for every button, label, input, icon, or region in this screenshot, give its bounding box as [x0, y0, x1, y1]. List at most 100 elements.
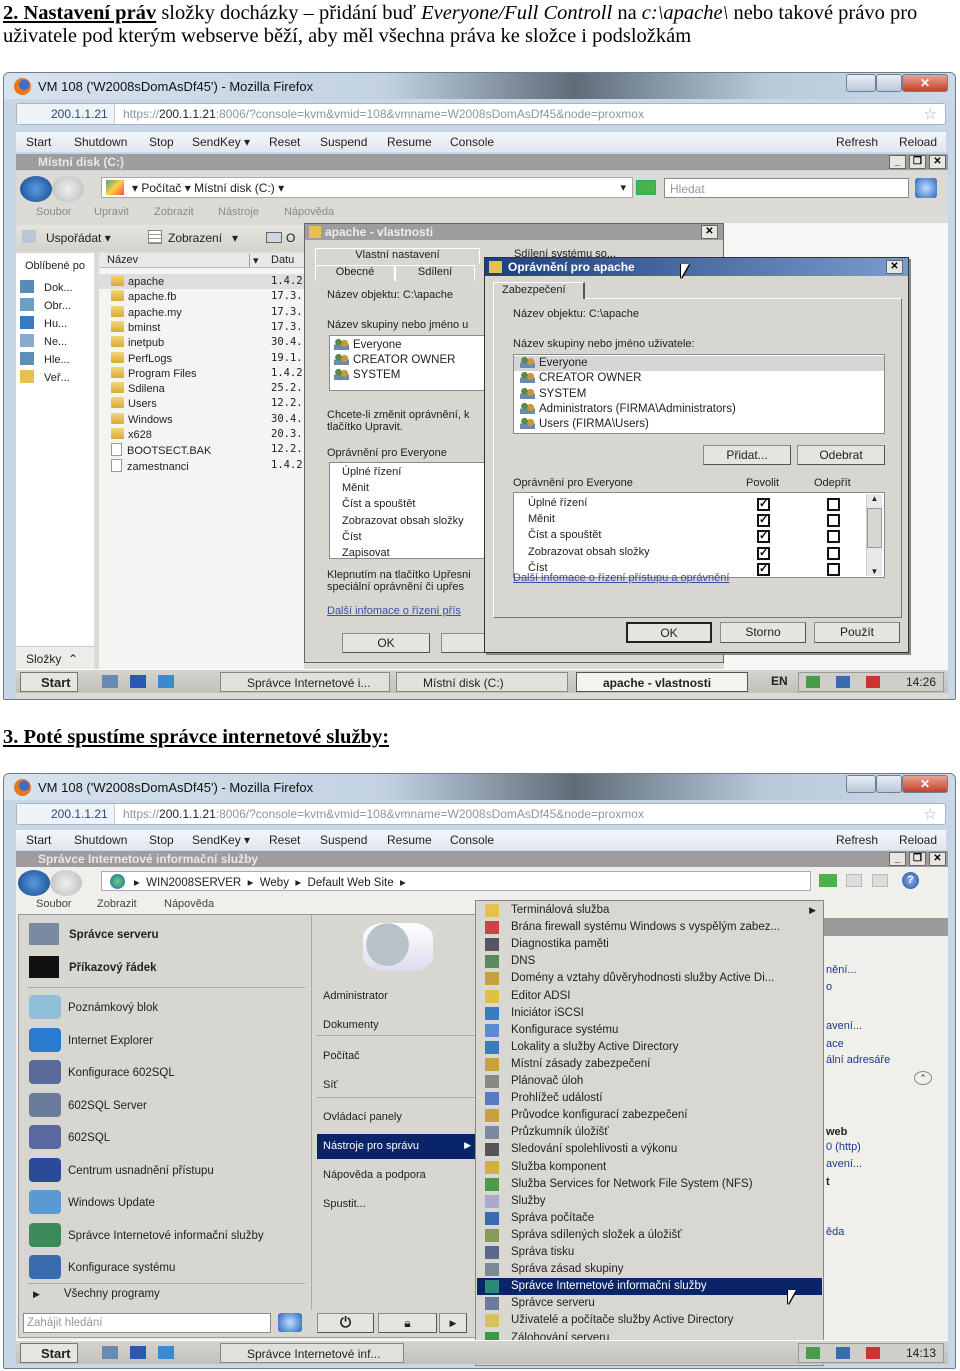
menu-4[interactable]: Nápověda	[284, 206, 334, 218]
admin-tool-item[interactable]: Sledování spolehlivosti a výkonu	[477, 1141, 822, 1158]
vm-sendkey-button[interactable]: SendKey ▾	[192, 135, 250, 149]
admin-tool-item[interactable]: Správce serveru	[477, 1295, 822, 1312]
menu-1[interactable]: Zobrazit	[97, 898, 137, 910]
file-row[interactable]: apache.my 17.3.	[99, 305, 304, 320]
admin-tool-item[interactable]: Editor ADSI	[477, 988, 822, 1005]
views-button[interactable]: Zobrazení ▾	[168, 231, 238, 245]
deny-checkbox[interactable]	[827, 514, 840, 528]
vm-suspend-button[interactable]: Suspend	[320, 833, 367, 847]
file-row[interactable]: x628 20.3.	[99, 427, 304, 442]
start-button[interactable]: Start	[20, 1343, 78, 1363]
nav-item[interactable]: Obr...	[20, 298, 71, 312]
admin-tool-item[interactable]: Správa sdílených složek a úložišť	[477, 1227, 822, 1244]
admin-tool-item[interactable]: Domény a vztahy důvěryhodnosti služby Ac…	[477, 970, 822, 987]
forward-button[interactable]	[50, 870, 82, 896]
vm-suspend-button[interactable]: Suspend	[320, 135, 367, 149]
start-place-item[interactable]: Síť	[317, 1073, 477, 1098]
action-link[interactable]: ace	[826, 1038, 844, 1050]
action-link[interactable]: nění...	[826, 964, 857, 976]
reload-button[interactable]: Reload	[899, 833, 937, 847]
file-row[interactable]: Program Files 1.4.2	[99, 366, 304, 381]
file-row[interactable]: PerfLogs 19.1.	[99, 351, 304, 366]
action-link[interactable]: t	[826, 1176, 830, 1188]
vm-shutdown-button[interactable]: Shutdown	[74, 833, 127, 847]
help-link[interactable]: Další infomace o řízení přís	[327, 605, 461, 617]
admin-tool-item[interactable]: Uživatelé a počítače služby Active Direc…	[477, 1312, 822, 1329]
pinned-item[interactable]: Příkazový řádek	[29, 956, 157, 978]
group-item[interactable]: CREATOR OWNER	[514, 371, 884, 386]
vm-stop-button[interactable]: Stop	[149, 135, 174, 149]
show-desktop-icon[interactable]	[130, 1346, 146, 1359]
vm-stop-button[interactable]: Stop	[149, 833, 174, 847]
recent-program[interactable]: Správce Internetové informační služby	[29, 1222, 264, 1247]
chevron-down-icon[interactable]: ▾	[620, 181, 626, 194]
column-name[interactable]: Název	[107, 254, 138, 266]
bookmark-star-icon[interactable]: ☆	[924, 805, 937, 823]
file-row[interactable]: apache 1.4.2	[99, 274, 304, 289]
menu-0[interactable]: Soubor	[36, 898, 71, 910]
vm-resume-button[interactable]: Resume	[387, 833, 432, 847]
restore-icon[interactable]: ❐	[909, 852, 926, 866]
recent-program[interactable]: Konfigurace 602SQL	[29, 1060, 175, 1084]
start-place-item[interactable]: Počítač	[317, 1044, 477, 1069]
organize-button[interactable]: Uspořádat ▾	[46, 231, 111, 245]
forward-button[interactable]	[52, 176, 84, 202]
server-manager-icon[interactable]	[102, 675, 118, 688]
search-input[interactable]: Hledat	[664, 178, 909, 198]
column-date[interactable]: Datu	[271, 254, 294, 266]
shutdown-options-button[interactable]: ▶	[439, 1313, 467, 1333]
vm-reset-button[interactable]: Reset	[269, 135, 300, 149]
taskbar-item[interactable]: apache - vlastnosti	[576, 672, 748, 692]
server-manager-icon[interactable]	[102, 1346, 118, 1359]
recent-program[interactable]: 602SQL	[29, 1125, 110, 1149]
tab-custom[interactable]: Vlastní nastavení	[315, 248, 480, 264]
all-programs[interactable]: ▶ Všechny programy	[33, 1288, 160, 1300]
add-button[interactable]: Přidat...	[703, 445, 791, 465]
start-place-item[interactable]: Nápověda a podpora	[317, 1163, 477, 1188]
allow-checkbox[interactable]: ✓	[757, 498, 770, 511]
menu-0[interactable]: Soubor	[36, 206, 71, 218]
back-button[interactable]	[18, 870, 50, 896]
remove-button[interactable]: Odebrat	[797, 445, 885, 465]
deny-checkbox[interactable]	[827, 530, 840, 544]
close-button[interactable]: ✕	[902, 74, 948, 92]
start-place-item[interactable]: Spustit...	[317, 1192, 477, 1217]
admin-tool-item[interactable]: Lokality a služby Active Directory	[477, 1039, 822, 1056]
group-item[interactable]: Everyone	[334, 338, 402, 351]
bookmark-star-icon[interactable]: ☆	[924, 105, 937, 123]
home-icon[interactable]	[872, 874, 888, 887]
address-bar[interactable]: ▸ WIN2008SERVER ▸ Weby ▸ Default Web Sit…	[101, 871, 811, 891]
recent-program[interactable]: Windows Update	[29, 1190, 155, 1214]
recent-program[interactable]: Konfigurace systému	[29, 1255, 175, 1279]
ie-icon[interactable]	[158, 675, 174, 688]
scrollbar[interactable]: ▲ ▼	[866, 494, 882, 576]
site-identity[interactable]: 200.1.1.21	[17, 804, 115, 824]
admin-tool-item[interactable]: Prohlížeč událostí	[477, 1090, 822, 1107]
refresh-icon[interactable]	[819, 874, 837, 887]
admin-tool-item[interactable]: Průvodce konfigurací zabezpečení	[477, 1107, 822, 1124]
refresh-button[interactable]: Refresh	[836, 833, 878, 847]
refresh-button[interactable]: Refresh	[836, 135, 878, 149]
file-row[interactable]: inetpub 30.4.	[99, 335, 304, 350]
group-list[interactable]: Everyone CREATOR OWNER SYSTEM Administrator…	[513, 354, 885, 434]
site-identity[interactable]: 200.1.1.21	[17, 104, 115, 124]
vm-shutdown-button[interactable]: Shutdown	[74, 135, 127, 149]
file-row[interactable]: Windows 30.4.	[99, 412, 304, 427]
menu-3[interactable]: Nástroje	[218, 206, 259, 218]
recent-program[interactable]: 602SQL Server	[29, 1092, 147, 1117]
allow-checkbox[interactable]: ✓	[757, 530, 770, 544]
group-item[interactable]: SYSTEM	[334, 368, 400, 381]
help-icon[interactable]: ?	[902, 872, 919, 889]
cancel-button[interactable]: Storno	[720, 622, 806, 643]
ok-button[interactable]: OK	[626, 622, 712, 643]
menu-1[interactable]: Upravit	[94, 206, 129, 218]
tab-sharing[interactable]: Sdílení	[395, 265, 475, 281]
tab-security[interactable]: Zabezpečení	[493, 282, 585, 299]
file-row[interactable]: apache.fb 17.3.	[99, 289, 304, 304]
recent-program[interactable]: Centrum usnadnění přístupu	[29, 1157, 214, 1182]
admin-tool-item[interactable]: Diagnostika paměti	[477, 936, 822, 953]
stop-icon[interactable]	[846, 874, 862, 887]
search-icon[interactable]	[278, 1313, 302, 1332]
recent-program[interactable]: Poznámkový blok	[29, 995, 158, 1019]
nav-item[interactable]: Ne...	[20, 334, 67, 348]
